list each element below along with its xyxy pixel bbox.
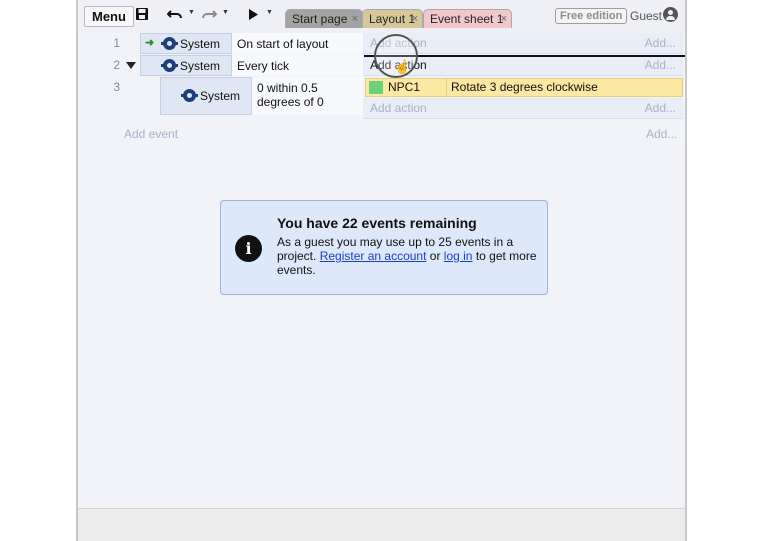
- redo-icon[interactable]: [200, 7, 218, 25]
- condition-object: System: [200, 89, 241, 103]
- close-icon[interactable]: ×: [501, 10, 507, 28]
- undo-icon[interactable]: [166, 7, 184, 25]
- add-more-link[interactable]: Add...: [645, 33, 676, 54]
- hand-cursor-icon: ☝: [394, 59, 411, 74]
- sprite-icon: [369, 81, 383, 94]
- save-icon[interactable]: [134, 7, 150, 25]
- tab-label: Start page: [292, 12, 348, 26]
- action-row[interactable]: NPC1 Rotate 3 degrees clockwise: [365, 78, 683, 97]
- tab-label: Event sheet 1: [430, 12, 504, 26]
- gear-icon: [161, 37, 178, 50]
- add-event-link[interactable]: Add event: [124, 127, 178, 141]
- divider: [446, 78, 447, 97]
- condition-text[interactable]: 0 within 0.5 degrees of 0: [251, 77, 363, 115]
- tab-start-page[interactable]: Start page ×: [285, 9, 363, 28]
- tab-label: Layout 1: [369, 12, 416, 26]
- user-name[interactable]: Guest: [630, 8, 662, 24]
- event-number: 3: [113, 80, 120, 94]
- add-action-row[interactable]: Add action Add...: [363, 98, 683, 119]
- app-window: Menu ▼ ▼ ▼ Start page × Layout 1 × Event…: [76, 0, 687, 541]
- undo-dropdown-icon[interactable]: ▼: [188, 9, 195, 16]
- gear-icon: [181, 89, 198, 102]
- event-1-condition[interactable]: ➜ System On start of layout: [140, 33, 363, 54]
- condition-text[interactable]: Every tick: [231, 55, 363, 76]
- add-more-link[interactable]: Add...: [645, 55, 676, 76]
- event-number: 1: [113, 36, 120, 50]
- notice-title: You have 22 events remaining: [277, 215, 477, 231]
- close-icon[interactable]: ×: [412, 10, 418, 28]
- events-remaining-notice: i You have 22 events remaining As a gues…: [220, 200, 548, 295]
- register-link[interactable]: Register an account: [320, 249, 427, 263]
- free-edition-badge[interactable]: Free edition: [555, 8, 628, 24]
- status-bar: [78, 508, 685, 541]
- event-number: 2: [113, 58, 120, 72]
- trigger-arrow-icon: ➜: [145, 37, 155, 49]
- add-more-link[interactable]: Add...: [646, 127, 677, 141]
- play-dropdown-icon[interactable]: ▼: [266, 9, 273, 16]
- event-2-condition[interactable]: System Every tick: [140, 55, 363, 76]
- condition-object: System: [180, 37, 221, 51]
- gear-icon: [161, 59, 178, 72]
- menu-button[interactable]: Menu: [84, 6, 134, 27]
- collapse-icon[interactable]: [126, 62, 136, 69]
- condition-text[interactable]: On start of layout: [231, 33, 363, 54]
- info-icon: i: [235, 235, 262, 262]
- login-link[interactable]: log in: [444, 249, 473, 263]
- action-object: NPC1: [388, 80, 421, 94]
- event-3-condition[interactable]: System 0 within 0.5 degrees of 0: [160, 77, 363, 115]
- play-icon[interactable]: [246, 7, 260, 25]
- notice-body: As a guest you may use up to 25 events i…: [277, 235, 539, 277]
- add-action-link[interactable]: Add action: [370, 101, 427, 115]
- tab-event-sheet-1[interactable]: Event sheet 1 ×: [423, 9, 512, 28]
- condition-object: System: [180, 59, 221, 73]
- redo-dropdown-icon[interactable]: ▼: [222, 9, 229, 16]
- user-icon[interactable]: [663, 7, 678, 22]
- close-icon[interactable]: ×: [352, 10, 358, 28]
- notice-text: or: [429, 249, 441, 263]
- add-more-link[interactable]: Add...: [645, 98, 676, 119]
- action-text[interactable]: Rotate 3 degrees clockwise: [451, 79, 598, 96]
- toolbar: Menu ▼ ▼ ▼ Start page × Layout 1 × Event…: [78, 0, 685, 33]
- tab-layout-1[interactable]: Layout 1 ×: [362, 9, 423, 28]
